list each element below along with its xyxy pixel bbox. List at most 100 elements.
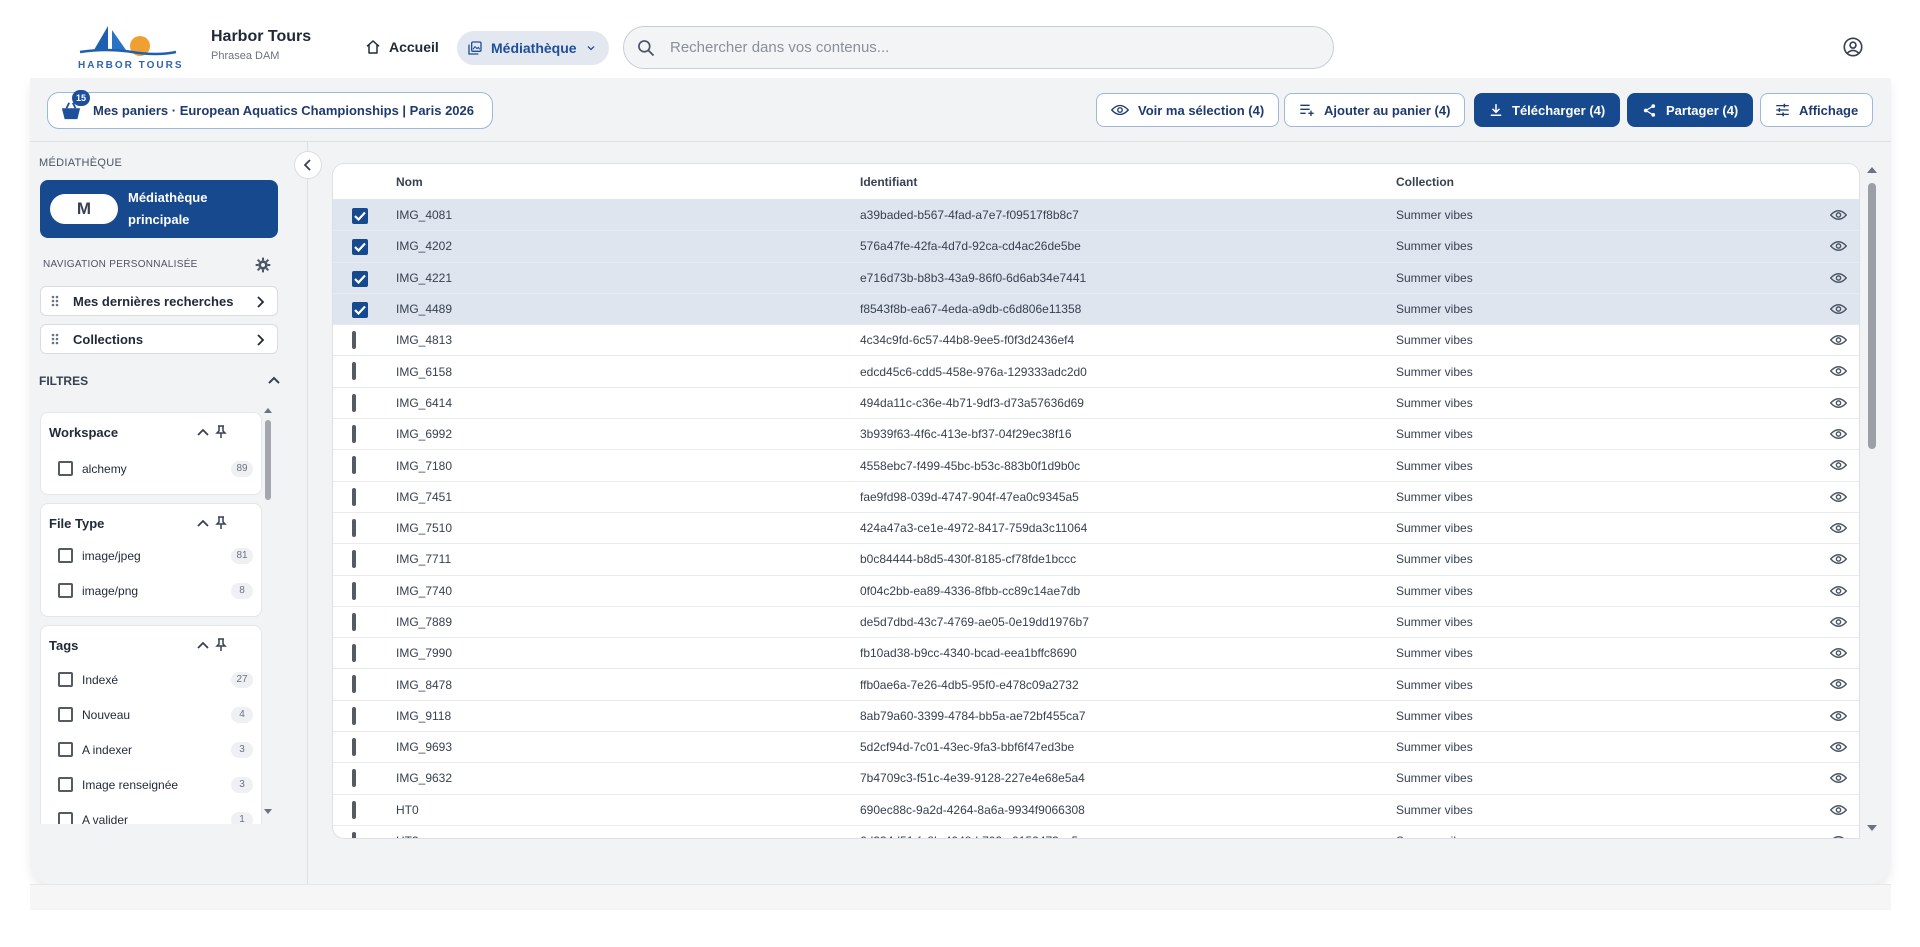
row-checkbox[interactable] <box>352 393 356 412</box>
facet-title[interactable]: Tags <box>49 638 78 653</box>
checkbox[interactable] <box>58 461 73 476</box>
checkbox[interactable] <box>58 777 73 792</box>
library-card[interactable]: M Médiathèque principale <box>40 180 278 238</box>
eye-icon[interactable] <box>1830 491 1847 503</box>
chevron-up-icon[interactable] <box>197 519 209 527</box>
eye-icon[interactable] <box>1830 804 1847 816</box>
facet-option[interactable]: A indexer 3 <box>58 741 253 758</box>
eye-icon[interactable] <box>1830 428 1847 440</box>
chevron-up-icon[interactable] <box>197 641 209 649</box>
row-checkbox[interactable] <box>352 550 356 569</box>
row-checkbox[interactable] <box>352 331 356 350</box>
eye-icon[interactable] <box>1830 459 1847 471</box>
nav-mediatheque[interactable]: Médiathèque <box>457 31 609 65</box>
drag-handle-icon[interactable] <box>51 333 59 345</box>
search-input[interactable] <box>670 39 1290 56</box>
table-row[interactable]: IMG_4202 576a47fe-42fa-4d7d-92ca-cd4ac26d… <box>333 231 1859 263</box>
column-header-collection[interactable]: Collection <box>1396 175 1454 189</box>
eye-icon[interactable] <box>1830 303 1847 315</box>
row-checkbox[interactable] <box>352 456 356 475</box>
checkbox[interactable] <box>58 707 73 722</box>
row-checkbox[interactable] <box>352 518 356 537</box>
display-button[interactable]: Affichage <box>1760 93 1874 127</box>
checkbox[interactable] <box>58 812 73 824</box>
download-button[interactable]: Télécharger (4) <box>1474 93 1621 127</box>
table-row[interactable]: IMG_4813 4c34c9fd-6c57-44b8-9ee5-f0f3d243… <box>333 325 1859 357</box>
table-row[interactable]: IMG_7740 0f04c2bb-ea89-4336-8fbb-cc89c14a… <box>333 576 1859 607</box>
eye-icon[interactable] <box>1830 365 1847 377</box>
column-header-name[interactable]: Nom <box>396 175 423 189</box>
eye-icon[interactable] <box>1830 835 1847 838</box>
table-row[interactable]: IMG_7180 4558ebc7-f499-45bc-b53c-883b0f1d… <box>333 450 1859 482</box>
eye-icon[interactable] <box>1830 240 1847 252</box>
row-checkbox[interactable] <box>352 644 356 663</box>
table-row[interactable]: IMG_6414 494da11c-c36e-4b71-9df3-d73a5763… <box>333 388 1859 420</box>
table-row[interactable]: HT0 690ec88c-9a2d-4264-8a6a-9934f9066308 S… <box>333 795 1859 826</box>
table-row[interactable]: IMG_4081 a39baded-b567-4fad-a7e7-f09517f8… <box>333 200 1859 232</box>
checkbox[interactable] <box>58 672 73 687</box>
row-checkbox[interactable] <box>352 675 356 694</box>
facet-option[interactable]: image/png 8 <box>58 582 253 599</box>
chevron-up-icon[interactable] <box>197 428 209 436</box>
basket-selector[interactable]: 15 Mes paniers · European Aquatics Champ… <box>47 90 493 129</box>
nav-home[interactable]: Accueil <box>365 32 439 62</box>
table-row[interactable]: IMG_7990 fb10ad38-b9cc-4340-bcad-eea1bffc… <box>333 638 1859 670</box>
checkbox[interactable] <box>58 742 73 757</box>
table-row[interactable]: IMG_6158 edcd45c6-cdd5-458e-976a-129333ad… <box>333 356 1859 388</box>
table-row[interactable]: IMG_9118 8ab79a60-3399-4784-bb5a-ae72bf45… <box>333 701 1859 733</box>
share-button[interactable]: Partager (4) <box>1627 93 1754 127</box>
user-icon[interactable] <box>1842 36 1864 58</box>
table-row[interactable]: IMG_7711 b0c84444-b8d5-430f-8185-cf78fde1… <box>333 544 1859 576</box>
row-checkbox[interactable] <box>352 831 356 838</box>
eye-icon[interactable] <box>1830 209 1847 221</box>
eye-icon[interactable] <box>1830 710 1847 722</box>
table-row[interactable]: HT3 6d334d51-fa8b-4048-b703-c9152473ca5c S… <box>333 826 1859 838</box>
eye-icon[interactable] <box>1830 772 1847 784</box>
pin-icon[interactable] <box>215 425 227 439</box>
facet-option[interactable]: alchemy 89 <box>58 460 253 477</box>
eye-icon[interactable] <box>1830 647 1847 659</box>
collapse-sidebar-button[interactable] <box>294 151 322 179</box>
logo[interactable]: HARBOR TOURS <box>72 22 182 72</box>
row-checkbox[interactable] <box>352 581 356 600</box>
eye-icon[interactable] <box>1830 616 1847 628</box>
table-row[interactable]: IMG_9632 7b4709c3-f51c-4e39-9128-227e4e68… <box>333 763 1859 795</box>
row-checkbox[interactable] <box>352 738 356 757</box>
eye-icon[interactable] <box>1830 522 1847 534</box>
eye-icon[interactable] <box>1830 678 1847 690</box>
table-row[interactable]: IMG_6992 3b939f63-4f6c-413e-bf37-04f29ec3… <box>333 419 1859 451</box>
drag-handle-icon[interactable] <box>51 295 59 307</box>
row-checkbox[interactable] <box>352 706 356 725</box>
sidebar-scrollbar[interactable] <box>263 406 273 826</box>
table-row[interactable]: IMG_4221 e716d73b-b8b3-43a9-86f0-6d6ab34e… <box>333 262 1859 294</box>
table-row[interactable]: IMG_9693 5d2cf94d-7c01-43ec-9fa3-bbf6f47e… <box>333 732 1859 764</box>
nav-collections[interactable]: Collections <box>40 324 278 354</box>
scrollbar-thumb[interactable] <box>1868 183 1876 449</box>
column-header-id[interactable]: Identifiant <box>860 175 917 189</box>
pin-icon[interactable] <box>215 516 227 530</box>
facet-option[interactable]: Image renseignée 3 <box>58 776 253 793</box>
row-checkbox[interactable] <box>352 612 356 631</box>
chevron-up-icon[interactable] <box>268 376 280 384</box>
eye-icon[interactable] <box>1830 272 1847 284</box>
search-bar[interactable] <box>623 26 1334 69</box>
gear-icon[interactable] <box>255 257 271 273</box>
row-checkbox[interactable] <box>352 425 356 444</box>
row-checkbox[interactable] <box>352 208 368 224</box>
pin-icon[interactable] <box>215 638 227 652</box>
eye-icon[interactable] <box>1830 585 1847 597</box>
facet-option[interactable]: A valider 1 <box>58 811 253 824</box>
row-checkbox[interactable] <box>352 800 356 819</box>
row-checkbox[interactable] <box>352 270 368 287</box>
eye-icon[interactable] <box>1830 741 1847 753</box>
facet-title[interactable]: File Type <box>49 516 104 531</box>
table-row[interactable]: IMG_7451 fae9fd98-039d-4747-904f-47ea0c93… <box>333 482 1859 513</box>
row-checkbox[interactable] <box>352 301 368 318</box>
checkbox[interactable] <box>58 583 73 598</box>
table-scrollbar[interactable] <box>1865 163 1879 839</box>
facet-option[interactable]: image/jpeg 81 <box>58 547 253 564</box>
view-selection-button[interactable]: Voir ma sélection (4) <box>1096 93 1280 127</box>
table-row[interactable]: IMG_7510 424a47a3-ce1e-4972-8417-759da3c1… <box>333 513 1859 545</box>
row-checkbox[interactable] <box>352 239 368 256</box>
nav-recent-searches[interactable]: Mes dernières recherches <box>40 286 278 316</box>
